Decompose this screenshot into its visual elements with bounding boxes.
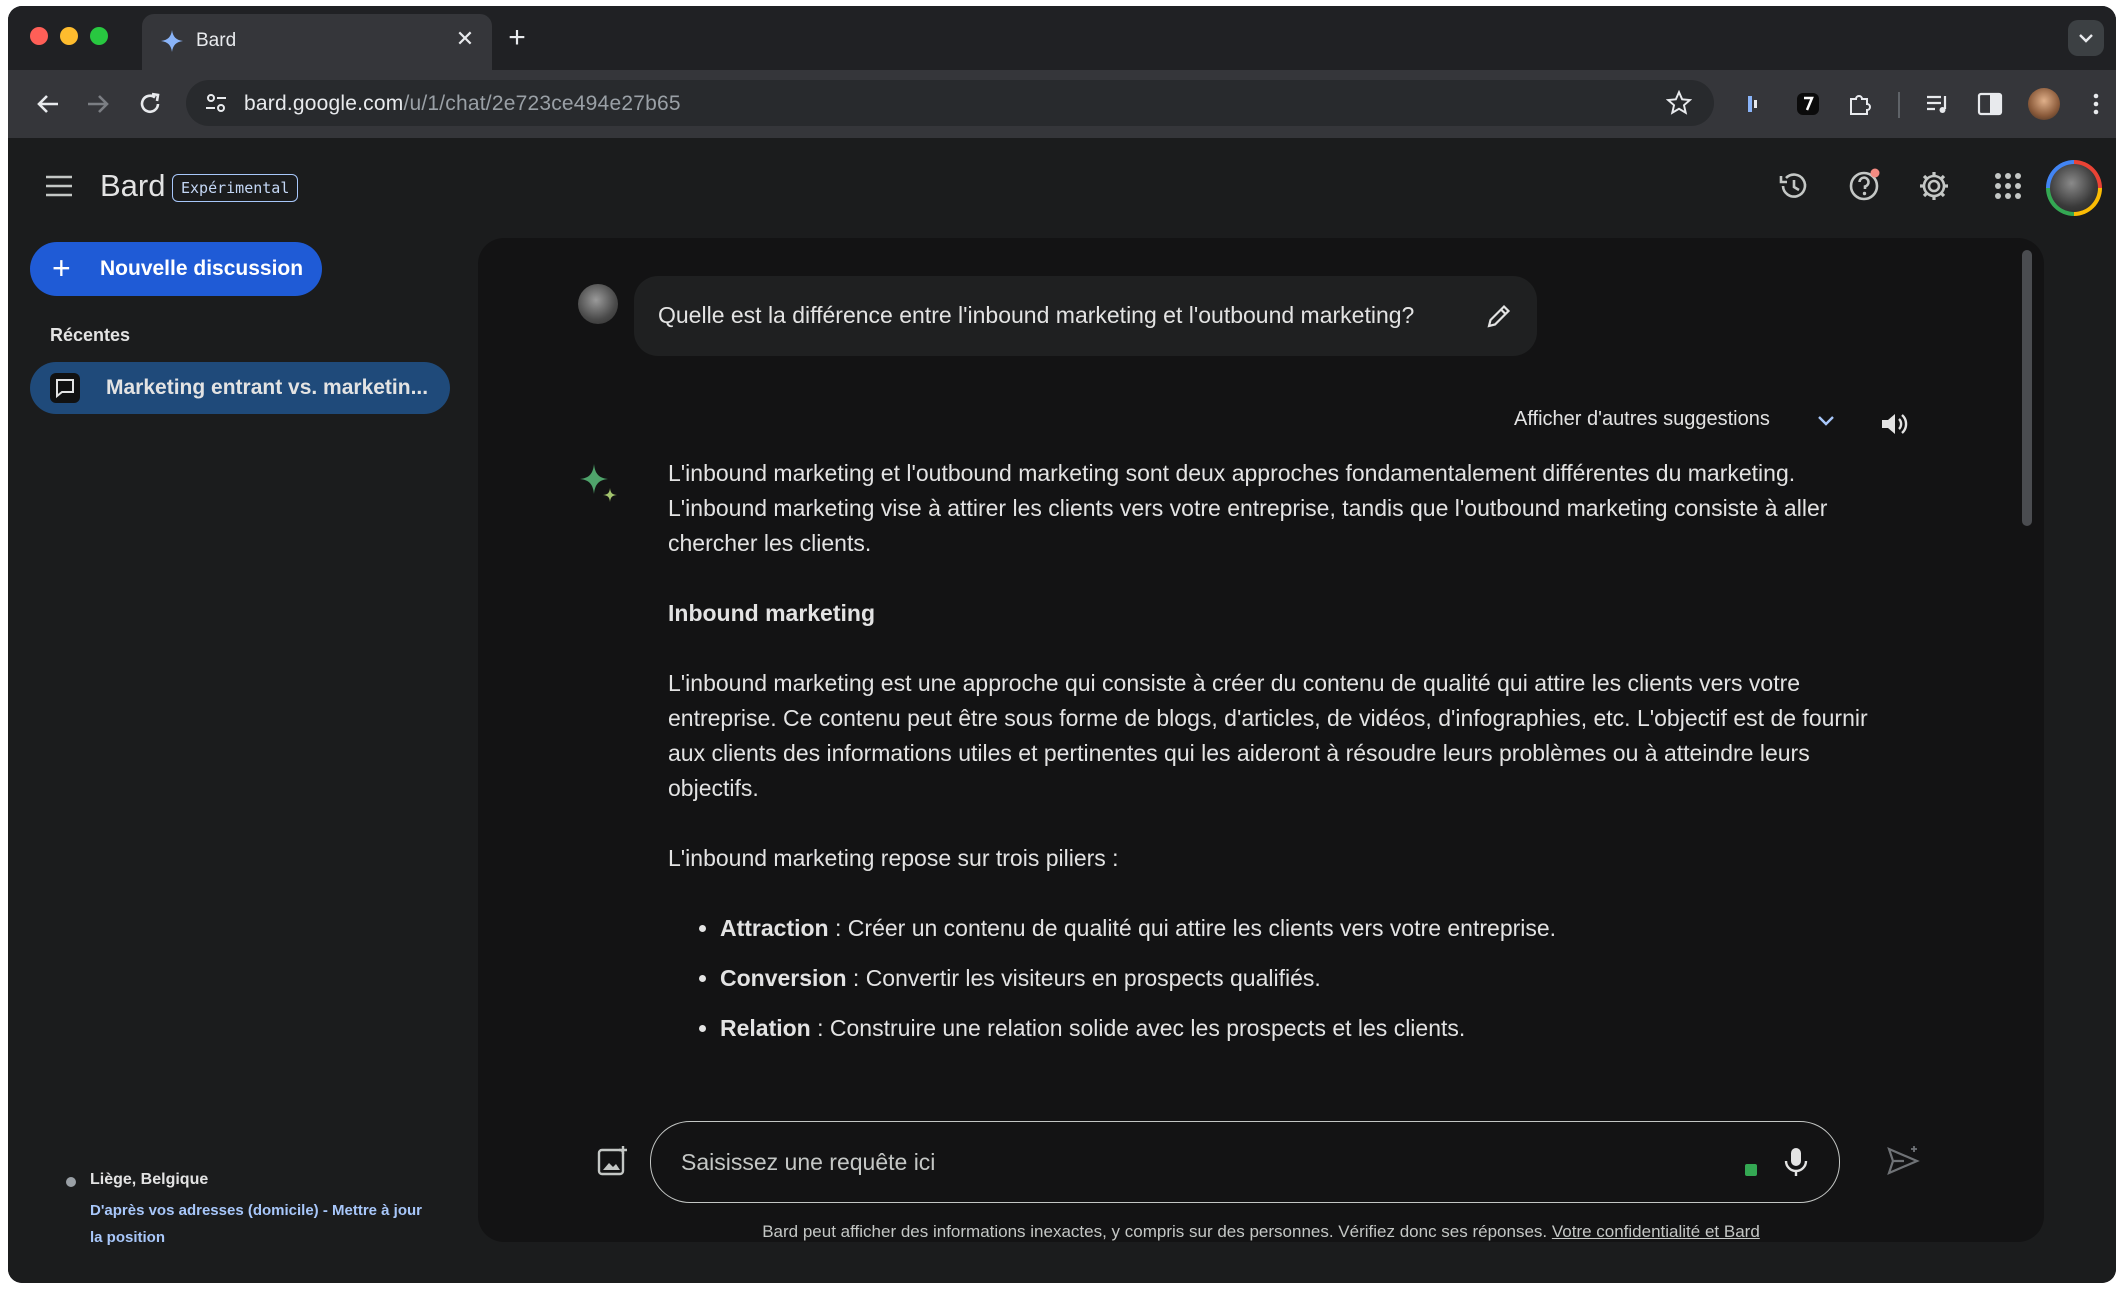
pillars-list: Attraction : Créer un contenu de qualité…	[668, 911, 1898, 1046]
pillar-text: : Créer un contenu de qualité qui attire…	[828, 915, 1557, 941]
tab-bard[interactable]: Bard ✕	[142, 14, 492, 70]
tab-strip: Bard ✕ +	[8, 6, 2116, 70]
profile-avatar[interactable]	[2028, 88, 2060, 120]
side-panel-icon[interactable]	[1976, 90, 2004, 118]
chat-panel: Quelle est la différence entre l'inbound…	[478, 238, 2044, 1242]
toolbar-divider	[1898, 92, 1900, 118]
send-icon[interactable]	[1886, 1144, 1920, 1178]
pillar-text: : Construire une relation solide avec le…	[810, 1015, 1466, 1041]
prompt-area: Saisissez une requête ici	[478, 1116, 2044, 1206]
help-icon[interactable]	[1846, 168, 1882, 204]
list-item: Relation : Construire une relation solid…	[720, 1011, 1898, 1046]
pillar-text: : Convertir les visiteurs en prospects q…	[846, 965, 1321, 991]
answer-pillars-intro: L'inbound marketing repose sur trois pil…	[668, 845, 1119, 871]
prompt-placeholder: Saisissez une requête ici	[681, 1149, 936, 1175]
new-tab-button[interactable]: +	[500, 22, 534, 56]
apps-grid-icon[interactable]	[1990, 168, 2026, 204]
close-window-button[interactable]	[30, 27, 48, 45]
disclaimer-text: Bard peut afficher des informations inex…	[762, 1222, 1552, 1241]
pillar-term: Conversion	[720, 965, 847, 991]
extensions-puzzle-icon[interactable]	[1846, 90, 1874, 118]
disclaimer: Bard peut afficher des informations inex…	[478, 1222, 2044, 1242]
user-avatar	[578, 284, 618, 324]
media-control-icon[interactable]	[1924, 90, 1952, 118]
chevron-down-icon[interactable]	[1814, 408, 1838, 432]
bard-favicon-icon	[161, 30, 183, 52]
user-query-bubble: Quelle est la différence entre l'inbound…	[634, 276, 1537, 356]
pillar-term: Attraction	[720, 915, 829, 941]
url-text[interactable]: bard.google.com/u/1/chat/2e723ce494e27b6…	[244, 92, 681, 116]
url-path: /u/1/chat/2e723ce494e27b65	[403, 92, 681, 115]
forward-arrow-icon[interactable]	[80, 86, 116, 122]
extension-2-icon[interactable]	[1794, 90, 1822, 118]
url-host: bard.google.com	[244, 92, 404, 115]
minimize-window-button[interactable]	[60, 27, 78, 45]
microphone-icon[interactable]	[1783, 1146, 1809, 1178]
menu-hamburger-icon[interactable]	[44, 174, 74, 198]
bard-sparkle-icon	[580, 464, 617, 502]
tab-search-button[interactable]	[2068, 20, 2104, 56]
location-dot-icon	[66, 1177, 76, 1187]
recent-chat-item[interactable]: Marketing entrant vs. marketin...	[30, 362, 450, 414]
activity-history-icon[interactable]	[1776, 168, 1812, 204]
browser-toolbar: bard.google.com/u/1/chat/2e723ce494e27b6…	[8, 70, 2116, 139]
recent-chat-label: Marketing entrant vs. marketin...	[106, 376, 429, 399]
browser-window: Bard ✕ + bard.google.com/u/1/chat/2e723c…	[8, 6, 2116, 1283]
new-chat-label: Nouvelle discussion	[100, 257, 304, 280]
list-item: Conversion : Convertir les visiteurs en …	[720, 961, 1898, 996]
edit-pencil-icon[interactable]	[1485, 302, 1513, 330]
new-chat-button[interactable]: + Nouvelle discussion	[30, 242, 322, 296]
answer-paragraph: L'inbound marketing est une approche qui…	[668, 670, 1868, 801]
location-source-text: D'après vos adresses (domicile) -	[90, 1202, 332, 1219]
back-arrow-icon[interactable]	[30, 86, 66, 122]
prompt-input[interactable]: Saisissez une requête ici	[650, 1121, 1840, 1203]
answer-heading: Inbound marketing	[668, 600, 875, 626]
account-avatar[interactable]	[2046, 160, 2102, 216]
answer-intro: L'inbound marketing et l'outbound market…	[668, 460, 1828, 556]
settings-gear-icon[interactable]	[1916, 168, 1952, 204]
bookmark-star-icon[interactable]	[1666, 90, 1692, 116]
speaker-icon[interactable]	[1878, 408, 1910, 440]
status-indicator-icon	[1745, 1164, 1757, 1176]
pillar-term: Relation	[720, 1015, 811, 1041]
reload-icon[interactable]	[132, 86, 168, 122]
bard-answer: L'inbound marketing et l'outbound market…	[668, 456, 1898, 1061]
recent-section-title: Récentes	[50, 325, 131, 345]
image-upload-icon[interactable]	[596, 1144, 630, 1178]
chat-scrollbar[interactable]	[2022, 250, 2032, 526]
bard-app: Bard Expérimental + Nouvelle discussion …	[8, 138, 2116, 1283]
show-drafts-button[interactable]: Afficher d'autres suggestions	[1514, 408, 1770, 431]
extension-1-icon[interactable]	[1742, 90, 1770, 118]
list-item: Attraction : Créer un contenu de qualité…	[720, 911, 1898, 946]
app-brand[interactable]: Bard	[100, 168, 165, 204]
location-city: Liège, Belgique	[90, 1171, 209, 1188]
location-source: D'après vos adresses (domicile) - Mettre…	[90, 1197, 430, 1251]
chat-bubble-icon	[50, 373, 80, 403]
user-query-text: Quelle est la différence entre l'inbound…	[658, 302, 1415, 328]
tab-title: Bard	[196, 30, 237, 51]
plus-icon: +	[52, 250, 71, 286]
browser-menu-icon[interactable]	[2082, 90, 2110, 118]
site-settings-icon[interactable]	[204, 91, 228, 115]
address-bar[interactable]: bard.google.com/u/1/chat/2e723ce494e27b6…	[186, 80, 1714, 126]
tab-close-icon[interactable]: ✕	[450, 24, 480, 54]
experimental-badge: Expérimental	[172, 174, 299, 202]
maximize-window-button[interactable]	[90, 27, 108, 45]
privacy-link[interactable]: Votre confidentialité et Bard	[1552, 1222, 1760, 1241]
